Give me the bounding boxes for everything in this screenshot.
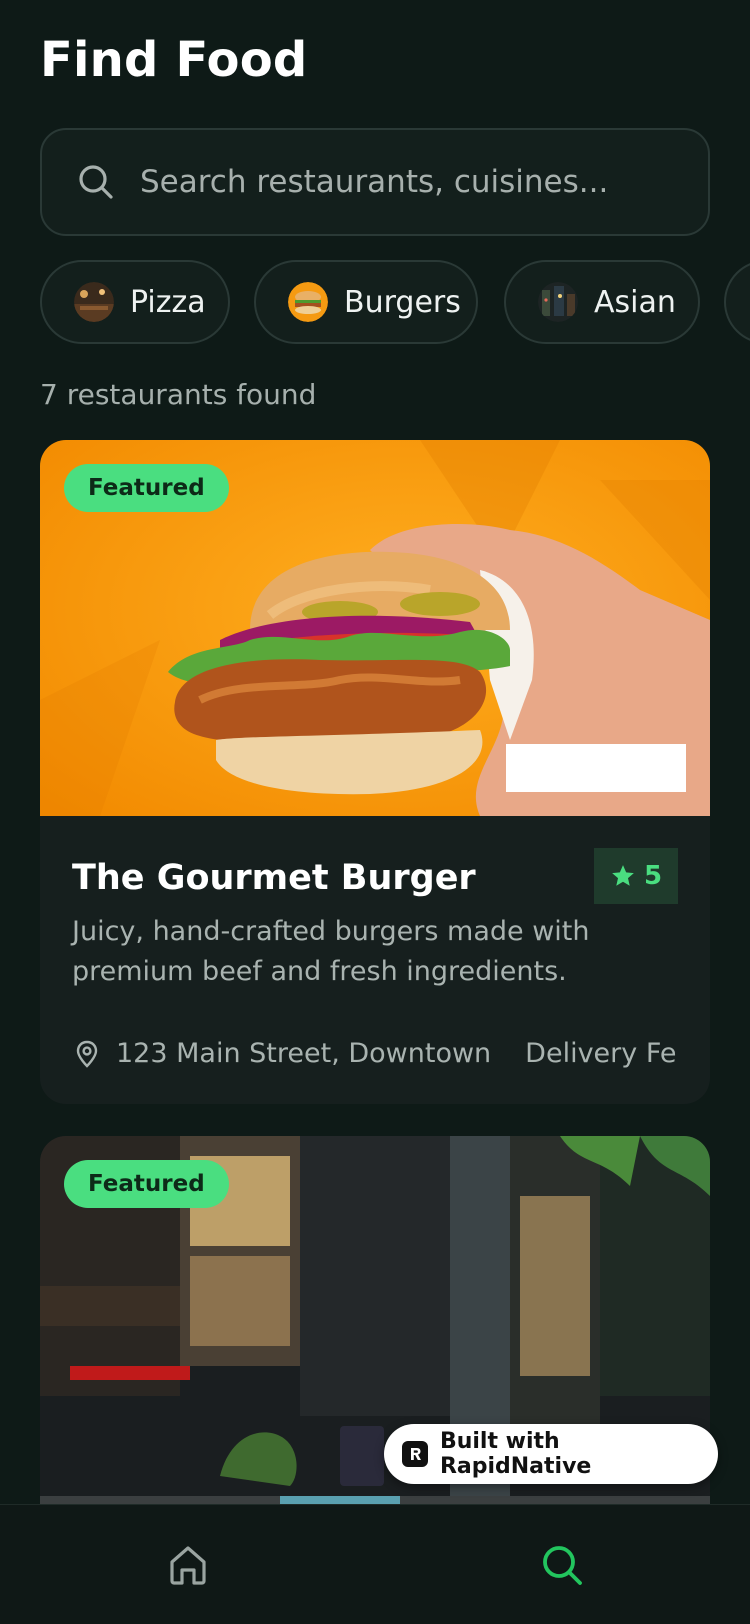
category-chip-label: Pizza [130,284,206,320]
search-icon [543,1546,582,1585]
search-input[interactable] [140,164,660,200]
category-chip-asian[interactable]: Asian [504,260,700,344]
category-chip-label: Burgers [344,284,461,320]
tab-search[interactable] [530,1533,594,1597]
bottom-tab-bar [0,1504,750,1624]
app-screen: Find Food Pizza [0,0,750,1624]
star-icon [612,865,634,886]
location-pin-icon [76,1040,98,1068]
search-icon [79,165,113,199]
results-count: 7 restaurants found [40,378,317,411]
rating-value: 5 [643,861,663,891]
category-chip-more[interactable] [724,260,750,344]
restaurant-card[interactable]: Featured The Gourmet Burger Juicy, hand-… [40,440,710,1104]
delivery-fee-label: Delivery Fee: [525,1038,678,1069]
restaurant-address: 123 Main Street, Downtown [116,1038,492,1069]
restaurant-description: Juicy, hand-crafted burgers made with pr… [72,916,590,987]
restaurant-image: Featured [40,440,710,816]
restaurant-meta: 123 Main Street, Downtown Delivery Fee: … [72,1038,678,1069]
tab-home[interactable] [156,1533,220,1597]
category-chip-burgers[interactable]: Burgers [254,260,478,344]
rapidnative-label: Built with RapidNative [439,1429,592,1479]
page-title: Find Food [40,32,308,88]
featured-badge: Featured [64,464,229,512]
search-bar[interactable] [40,128,710,236]
asian-thumbnail-icon [538,282,578,322]
category-chip-label: Asian [594,284,676,320]
category-chips: Pizza Burgers Asian [40,260,750,344]
image-overlay-block [506,744,686,792]
rapidnative-logo-icon [402,1441,428,1467]
category-chip-pizza[interactable]: Pizza [40,260,230,344]
home-icon [170,1546,206,1585]
featured-badge: Featured [64,1160,229,1208]
restaurant-name: The Gourmet Burger [72,858,476,898]
built-with-rapidnative-badge[interactable]: Built with RapidNative [384,1424,718,1484]
rating-badge: 5 [594,848,678,904]
pizza-thumbnail-icon [74,282,114,322]
burger-thumbnail-icon [288,282,328,322]
